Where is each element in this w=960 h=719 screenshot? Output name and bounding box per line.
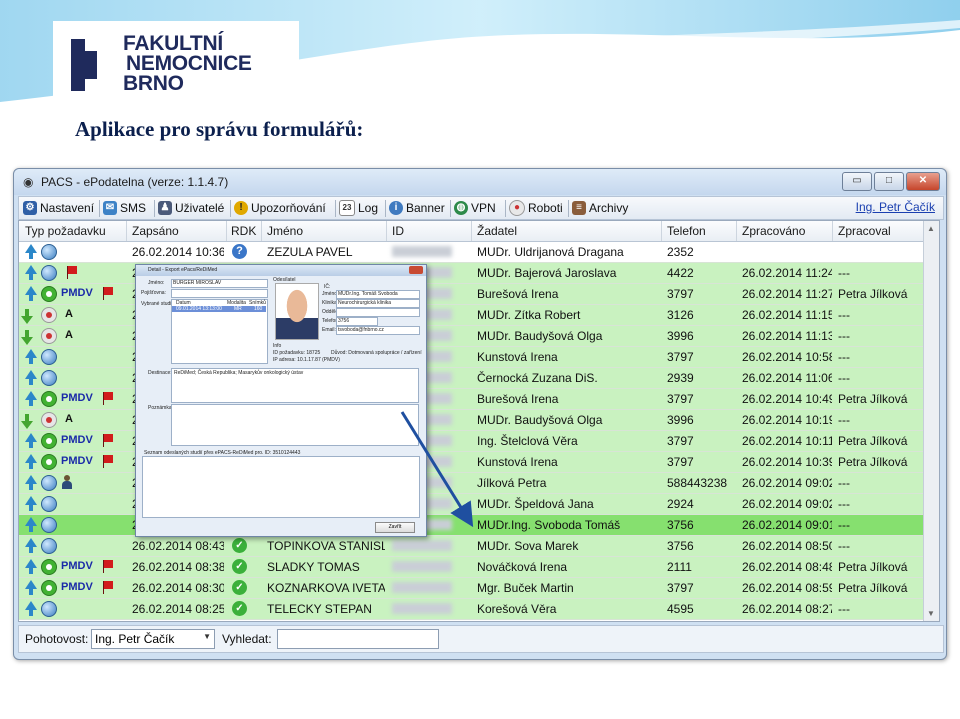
pointer-arrow	[400, 411, 474, 528]
